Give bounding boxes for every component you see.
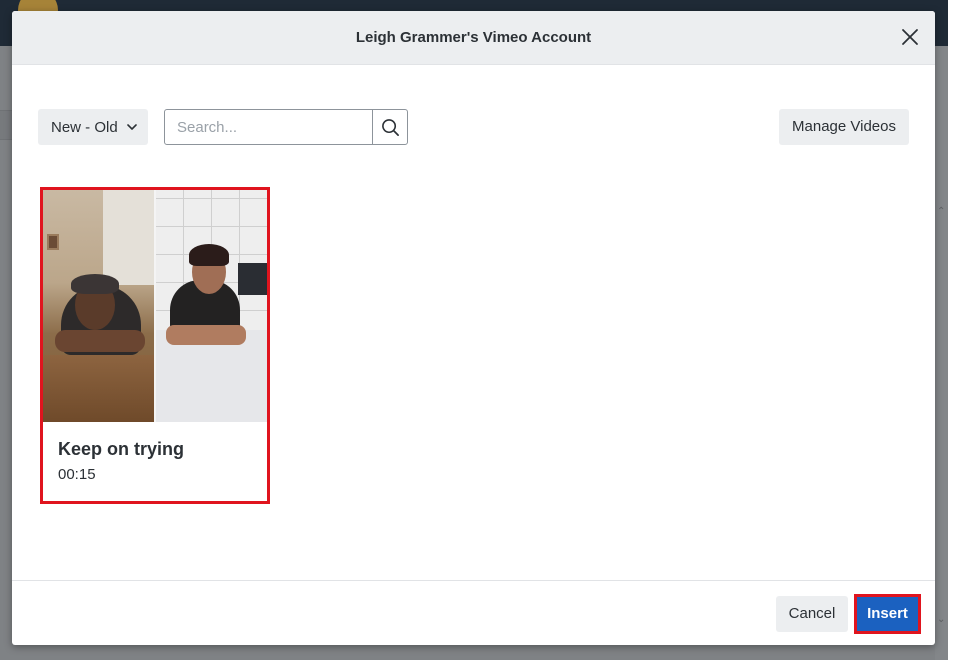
close-icon: [902, 29, 918, 45]
video-title: Keep on trying: [58, 439, 185, 459]
thumbnail-tv: [238, 263, 267, 295]
video-duration: 00:15: [58, 466, 96, 483]
cancel-button[interactable]: Cancel: [776, 596, 848, 632]
close-button[interactable]: [899, 26, 921, 48]
chevron-down-icon: ⌄: [937, 614, 946, 625]
search-button[interactable]: [372, 110, 407, 144]
search-box: [164, 109, 408, 145]
dialog-header: Leigh Grammer's Vimeo Account: [12, 11, 935, 65]
video-thumbnail: [43, 190, 267, 422]
thumbnail-right-panel: [156, 190, 267, 422]
search-input[interactable]: [165, 110, 372, 144]
thumbnail-person-arms: [55, 330, 145, 352]
sort-dropdown-value: New - Old: [51, 118, 118, 136]
sort-dropdown[interactable]: New - Old: [38, 109, 148, 145]
thumbnail-person-cap: [71, 274, 119, 294]
dialog-title: Leigh Grammer's Vimeo Account: [355, 29, 592, 46]
insert-button[interactable]: Insert: [854, 594, 921, 634]
thumbnail-picture-frame: [47, 234, 59, 250]
thumbnail-wall: [103, 190, 154, 285]
thumbnail-person-hair-right: [189, 244, 229, 266]
vimeo-account-dialog: Leigh Grammer's Vimeo Account New - Old …: [12, 11, 935, 645]
dialog-footer: Cancel Insert: [12, 580, 935, 645]
page-edge-right: [948, 0, 962, 671]
manage-videos-button[interactable]: Manage Videos: [779, 109, 909, 145]
background-scrollbar: ⌃ ⌄: [935, 46, 948, 660]
video-card[interactable]: Keep on trying 00:15: [40, 187, 270, 504]
chevron-up-icon: ⌃: [937, 206, 946, 217]
thumbnail-person-arms-right: [166, 325, 246, 345]
page-edge: [0, 660, 962, 671]
thumbnail-left-panel: [43, 190, 154, 422]
search-icon: [381, 118, 399, 136]
thumbnail-floor: [43, 355, 154, 422]
chevron-down-icon: [127, 124, 137, 130]
